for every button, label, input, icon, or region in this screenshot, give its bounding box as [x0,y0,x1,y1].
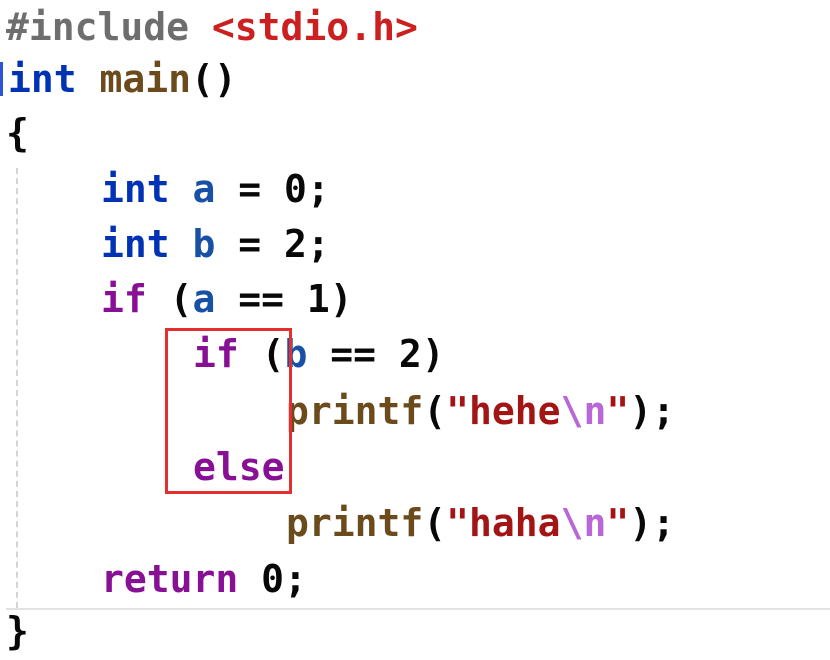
code-editor[interactable]: #include <stdio.h> int main() { int a = … [0,0,830,660]
decl-b-type: int [101,222,170,266]
code-line-if-outer[interactable]: if (a == 1) [101,272,353,327]
printf-hehe-func: printf [286,389,424,433]
code-line-close-brace[interactable]: } [6,604,29,659]
open-brace: { [6,111,29,155]
indent-guide [16,168,18,608]
current-line-divider [6,608,830,610]
decl-b-rest: = 2; [215,222,330,266]
code-line-include[interactable]: #include <stdio.h> [6,0,418,55]
main-parens: () [191,57,237,101]
if-outer-rest: == 1) [215,277,353,321]
decl-a-type: int [101,167,170,211]
if-inner-rest: == 2) [307,332,445,376]
code-line-open-brace[interactable]: { [6,106,29,161]
code-line-printf-hehe[interactable]: printf("hehe\n"); [286,384,675,439]
if-outer-keyword: if [101,277,147,321]
printf-haha-escape: \n [560,501,607,545]
code-line-decl-b[interactable]: int b = 2; [101,217,330,272]
printf-haha-string: "haha [446,501,561,545]
printf-haha-func: printf [286,501,424,545]
printf-hehe-close: ); [629,389,675,433]
printf-hehe-string: "hehe [446,389,561,433]
close-brace: } [6,609,29,653]
printf-haha-string-end: " [606,501,630,545]
decl-a-rest: = 0; [215,167,330,211]
include-directive: #include [6,5,190,49]
code-line-decl-a[interactable]: int a = 0; [101,162,330,217]
return-rest: 0; [238,557,307,601]
main-function-name: main [99,57,192,101]
if-outer-var: a [192,277,216,321]
printf-haha-open: ( [423,501,447,545]
printf-hehe-string-end: " [606,389,630,433]
printf-hehe-open: ( [423,389,447,433]
return-keyword: return [101,557,239,601]
if-outer-open: ( [146,277,193,321]
printf-haha-close: ); [629,501,675,545]
code-line-return[interactable]: return 0; [101,552,307,607]
printf-hehe-escape: \n [560,389,607,433]
decl-b-var: b [192,222,216,266]
annotation-highlight-box [165,328,292,494]
include-header: <stdio.h> [211,5,418,49]
code-line-printf-haha[interactable]: printf("haha\n"); [286,496,675,551]
main-return-type: int [8,57,77,101]
code-line-main[interactable]: int main() [8,52,237,107]
decl-a-var: a [192,167,216,211]
text-caret [0,62,3,96]
